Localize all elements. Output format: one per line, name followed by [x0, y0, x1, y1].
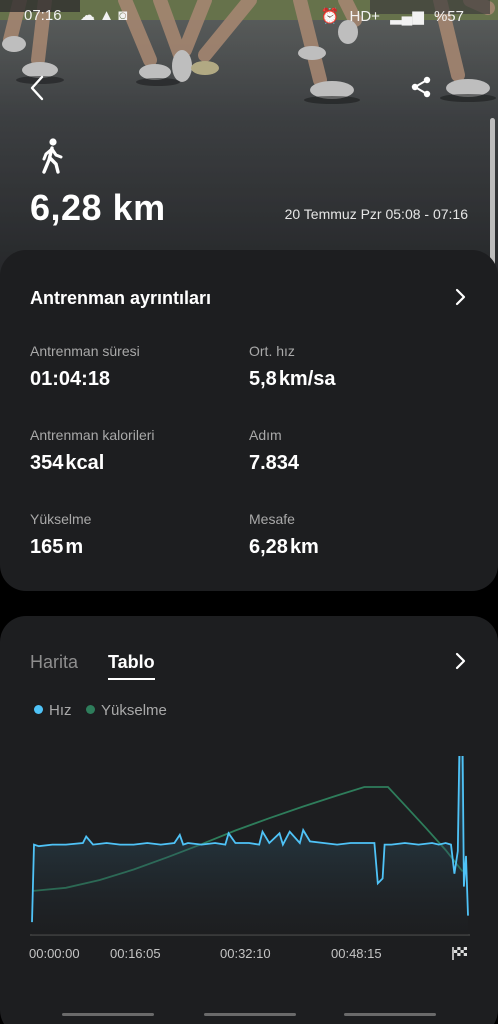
stat-value: 5,8 km/sa	[249, 368, 336, 390]
walking-person-icon	[42, 138, 63, 174]
stat-value: 354 kcal	[30, 452, 105, 474]
stat-label: Ort. hız	[249, 343, 295, 359]
nav-home[interactable]	[204, 1013, 296, 1016]
status-right: ⏰ HD+ ▂▄▆ %57	[315, 7, 464, 25]
stat-duration: Antrenman süresi 01:04:18	[30, 343, 140, 391]
legend-label: Yükselme	[101, 702, 167, 719]
workout-detail-screen: 07:16 ☁ ▲ ◙ ⏰ HD+ ▂▄▆ %57 6,28 km 20 Tem…	[0, 0, 498, 1024]
chart-card: Harita Tablo Hız Yükselme 00:00:00 00:16…	[0, 616, 498, 1024]
x-tick-label: 00:16:05	[110, 946, 161, 961]
status-bar: 07:16 ☁ ▲ ◙ ⏰ HD+ ▂▄▆ %57	[0, 0, 498, 32]
x-tick-label: 00:00:00	[29, 946, 80, 961]
details-title[interactable]: Antrenman ayrıntıları	[30, 288, 211, 309]
nav-recents[interactable]	[62, 1013, 154, 1016]
legend-dot	[34, 705, 43, 714]
legend-item-speed: Hız	[34, 702, 72, 719]
stat-label: Adım	[249, 427, 282, 443]
signal-icon: ▂▄▆	[390, 8, 424, 25]
stat-value: 7.834	[249, 452, 300, 474]
stat-label: Antrenman kalorileri	[30, 427, 155, 443]
checkered-flag-icon	[452, 947, 467, 960]
chevron-right-icon[interactable]	[453, 287, 467, 307]
stat-value: 01:04:18	[30, 368, 111, 390]
network-label: HD+	[349, 8, 380, 25]
speed-area	[32, 756, 468, 935]
notification-icons: ☁ ▲ ◙	[80, 7, 128, 24]
stat-avg-speed: Ort. hız 5,8 km/sa	[249, 343, 336, 391]
nav-back[interactable]	[344, 1013, 436, 1016]
stat-value: 6,28 km	[249, 536, 319, 558]
stat-label: Mesafe	[249, 511, 295, 527]
speed-elevation-chart[interactable]	[0, 756, 498, 946]
tab-table[interactable]: Tablo	[108, 652, 155, 673]
stat-calories: Antrenman kalorileri 354 kcal	[30, 427, 155, 475]
alarm-icon: ⏰	[320, 8, 340, 25]
battery-label: %57	[433, 8, 464, 25]
legend-item-elevation: Yükselme	[86, 702, 167, 719]
tab-map[interactable]: Harita	[30, 652, 78, 673]
stat-steps: Adım 7.834	[249, 427, 301, 475]
workout-date-range: 20 Temmuz Pzr 05:08 - 07:16	[284, 206, 468, 222]
distance-headline: 6,28 km	[30, 187, 166, 228]
active-tab-indicator	[108, 678, 155, 680]
stat-elevation: Yükselme 165 m	[30, 511, 91, 559]
x-tick-label: 00:32:10	[220, 946, 271, 961]
stat-label: Antrenman süresi	[30, 343, 140, 359]
x-tick-label: 00:48:15	[331, 946, 382, 961]
stat-distance: Mesafe 6,28 km	[249, 511, 319, 559]
chevron-right-icon[interactable]	[453, 651, 467, 671]
chevron-left-icon[interactable]	[26, 74, 50, 102]
workout-details-card: Antrenman ayrıntıları Antrenman süresi 0…	[0, 250, 498, 591]
stat-value: 165 m	[30, 536, 84, 558]
share-icon[interactable]	[409, 75, 433, 99]
legend-label: Hız	[49, 702, 72, 719]
stat-label: Yükselme	[30, 511, 92, 527]
status-time: 07:16	[24, 7, 62, 24]
legend-dot	[86, 705, 95, 714]
